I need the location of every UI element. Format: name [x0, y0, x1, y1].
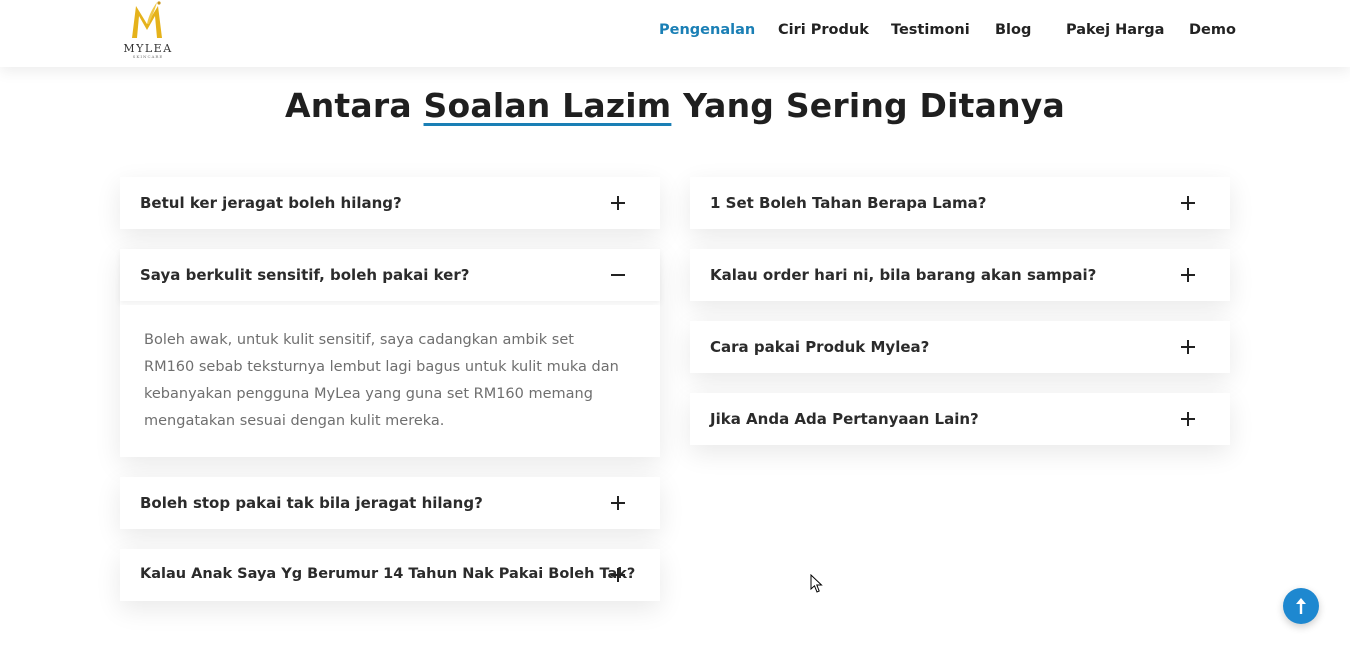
faq-title-highlight: Soalan Lazim	[423, 86, 672, 125]
faq-question-text: Cara pakai Produk Mylea?	[710, 338, 930, 356]
nav-item-ciri-produk[interactable]: Ciri Produk	[778, 22, 869, 38]
minus-icon[interactable]	[611, 268, 625, 282]
faq-title: Antara Soalan Lazim Yang Sering Ditanya	[0, 86, 1350, 125]
plus-icon[interactable]	[611, 196, 625, 210]
site-header: MYLEA SKINCARE Pengenalan Ciri Produk Te…	[0, 0, 1350, 67]
nav-item-demo[interactable]: Demo	[1189, 22, 1236, 38]
faq-question-toggle[interactable]: Betul ker jeragat boleh hilang?	[120, 177, 660, 229]
plus-icon[interactable]	[1181, 196, 1195, 210]
faq-question-text: 1 Set Boleh Tahan Berapa Lama?	[710, 194, 987, 212]
faq-item: Betul ker jeragat boleh hilang?	[120, 177, 660, 229]
nav-item-testimoni[interactable]: Testimoni	[891, 22, 970, 38]
faq-item: Jika Anda Ada Pertanyaan Lain?	[690, 393, 1230, 445]
faq-item: Kalau Anak Saya Yg Berumur 14 Tahun Nak …	[120, 549, 660, 601]
faq-title-prefix: Antara	[285, 86, 424, 125]
faq-item: Boleh stop pakai tak bila jeragat hilang…	[120, 477, 660, 529]
faq-question-toggle[interactable]: Cara pakai Produk Mylea?	[690, 321, 1230, 373]
nav-item-pakej-harga[interactable]: Pakej Harga	[1066, 22, 1164, 38]
faq-item: Cara pakai Produk Mylea?	[690, 321, 1230, 373]
faq-question-text: Jika Anda Ada Pertanyaan Lain?	[710, 410, 979, 428]
arrow-up-icon	[1296, 598, 1306, 614]
mouse-cursor-icon	[810, 574, 823, 593]
faq-question-text: Kalau order hari ni, bila barang akan sa…	[710, 266, 1097, 284]
faq-question-toggle[interactable]: Saya berkulit sensitif, boleh pakai ker?	[120, 249, 660, 301]
faq-title-suffix: Yang Sering Ditanya	[671, 86, 1065, 125]
faq-answer-text: Boleh awak, untuk kulit sensitif, saya c…	[144, 332, 619, 429]
faq-question-toggle[interactable]: Kalau Anak Saya Yg Berumur 14 Tahun Nak …	[120, 549, 660, 601]
faq-question-toggle[interactable]: Boleh stop pakai tak bila jeragat hilang…	[120, 477, 660, 529]
plus-icon[interactable]	[611, 496, 625, 510]
nav-item-pengenalan[interactable]: Pengenalan	[659, 22, 755, 38]
faq-item: Kalau order hari ni, bila barang akan sa…	[690, 249, 1230, 301]
faq-question-toggle[interactable]: Kalau order hari ni, bila barang akan sa…	[690, 249, 1230, 301]
faq-question-text: Saya berkulit sensitif, boleh pakai ker?	[140, 266, 470, 284]
faq-question-toggle[interactable]: 1 Set Boleh Tahan Berapa Lama?	[690, 177, 1230, 229]
faq-item: 1 Set Boleh Tahan Berapa Lama?	[690, 177, 1230, 229]
plus-icon[interactable]	[1181, 268, 1195, 282]
back-to-top-button[interactable]	[1283, 588, 1319, 624]
faq-answer: Boleh awak, untuk kulit sensitif, saya c…	[120, 305, 660, 457]
plus-icon[interactable]	[1181, 340, 1195, 354]
faq-item-expanded: Saya berkulit sensitif, boleh pakai ker?…	[120, 249, 660, 457]
faq-question-text: Betul ker jeragat boleh hilang?	[140, 194, 402, 212]
nav-item-blog[interactable]: Blog	[995, 22, 1031, 38]
logo-sub-text: SKINCARE	[132, 54, 164, 59]
faq-question-text: Kalau Anak Saya Yg Berumur 14 Tahun Nak …	[140, 566, 636, 582]
faq-question-text: Boleh stop pakai tak bila jeragat hilang…	[140, 494, 483, 512]
faq-question-toggle[interactable]: Jika Anda Ada Pertanyaan Lain?	[690, 393, 1230, 445]
plus-icon[interactable]	[1181, 412, 1195, 426]
main-nav: Pengenalan Ciri Produk Testimoni Blog Pa…	[0, 22, 1350, 42]
plus-icon[interactable]	[611, 568, 625, 582]
